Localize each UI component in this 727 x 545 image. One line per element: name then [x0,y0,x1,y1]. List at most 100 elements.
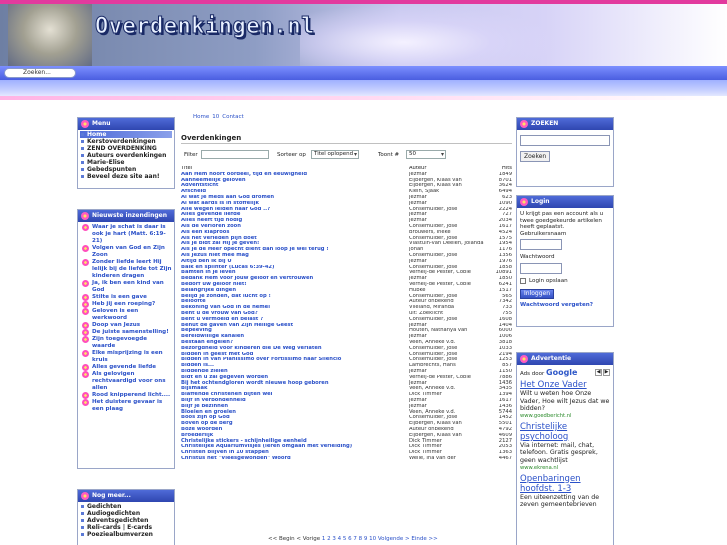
news-item-label: Doop van Jezus [92,322,141,328]
flower-icon [520,198,528,206]
search-title: ZOEKEN [531,120,559,127]
menu-header: Menu [78,118,174,130]
menu-title: Menu [92,120,111,127]
news-item[interactable]: Ja, ik ben een kind van God [80,280,172,294]
more-item[interactable]: Reli-cards | E-cards [80,524,172,531]
article-title-link[interactable]: Christus het "Vleesgewonden" Woord [181,456,409,462]
menu-list: Home Kerstoverdenkingen ZEND OVERDENKING Au… [78,130,174,181]
ad-item: Christelijke psycholoog Via internet: mai… [520,422,610,472]
ad-url[interactable]: www.goedbericht.nl [520,413,610,420]
news-item[interactable]: De juiste samenstelling! [80,329,172,336]
more-item[interactable]: Poeziealbumverzen [80,531,172,538]
header-banner: Overdenkingen.nl [0,4,727,68]
ads-box: Advertentie Ads door Google ◀ ▶ Het Onze… [516,352,614,545]
pager-pages[interactable]: 1 2 3 4 5 6 7 8 9 10 [322,536,376,542]
flower-icon [81,492,89,500]
articles-body: Aan Hem hoort oordeel, tijd en eeuwighei… [181,172,512,462]
more-list: Gedichten Audiogedichten Adventsgedichten R… [78,502,174,539]
news-list: Waar je schat is daar is ook je hart (Ma… [78,222,174,415]
menu-item[interactable]: Marie-Elise [80,159,172,166]
news-item[interactable]: Heb jij een roeping? [80,301,172,308]
more-item[interactable]: Audiogedichten [80,510,172,517]
ads-nav: ◀ ▶ [595,369,610,376]
news-title: Nieuwste inzendingen [92,212,167,219]
news-item[interactable]: Stilte is een gave [80,294,172,301]
remember-row: Login opslaan [520,278,610,285]
news-item-label: Elke misprijzing is een kruis [92,350,163,363]
pager-next[interactable]: Volgende > Einde >> [378,536,438,542]
login-button[interactable]: Inloggen [520,288,555,299]
ads-list: Het Onze Vader Wilt u weten hoe Onze Vade… [520,380,610,509]
news-item[interactable]: Doop van Jezus [80,322,172,329]
google-logo[interactable]: Google [546,368,577,377]
news-item[interactable]: Geloven is een werkwoord [80,308,172,322]
flower-icon [82,350,89,357]
ad-title-link[interactable]: Christelijke psycholoog [520,422,610,442]
more-item[interactable]: Gedichten [80,503,172,510]
ad-text: Via internet: mail, chat, telefoon. Grat… [520,441,598,464]
username-input[interactable] [520,239,562,251]
news-item[interactable]: Zijn toegevoegde waarde [80,336,172,350]
breadcrumb-contact[interactable]: Contact [222,114,243,120]
flower-icon [82,301,89,308]
forgot-password-link[interactable]: Wachtwoord vergeten? [520,302,610,309]
ad-text: Wilt u weten hoe Onze Vader, Hoe wilt Je… [520,390,610,413]
remember-checkbox[interactable] [520,278,526,285]
ads-prev-icon[interactable]: ◀ [595,369,602,376]
flower-icon [82,399,89,406]
news-item-label: Heb jij een roeping? [92,301,156,307]
top-search-pill[interactable]: Zoeken... [4,68,76,78]
more-box: Nog meer... Gedichten Audiogedichten Adven… [77,489,175,545]
ad-title-link[interactable]: Het Onze Vader [520,380,610,390]
flower-icon [82,224,89,231]
menu-item[interactable]: Kerstoverdenkingen [80,138,172,145]
news-item-label: Zijn toegevoegde waarde [92,336,148,349]
breadcrumb-10[interactable]: 10 [212,114,219,120]
clouds-image [300,4,560,68]
news-item[interactable]: Het duistere gevaar is een plaag [80,399,172,413]
show-select[interactable]: 50 [406,150,446,159]
news-item[interactable]: Als gelovigen rechtvaardigd voor ons all… [80,371,172,392]
nav-bar: Zoeken... [0,66,727,80]
news-item[interactable]: Elke misprijzing is een kruis [80,350,172,364]
news-item[interactable]: Zonder liefde leert Hij lelijk bij de li… [80,259,172,280]
articles-table: Titel Auteur Hits Aan Hem hoort oordeel,… [181,166,512,462]
show-label: Toont # [378,152,400,158]
menu-item[interactable]: Auteurs overdenkingen [80,152,172,159]
ad-url[interactable]: www.ekrena.nl [520,465,610,472]
news-item-label: Alles gevende liefde [92,364,157,370]
menu-item[interactable]: ZEND OVERDENKING [80,145,172,152]
news-item-label: Zonder liefde leert Hij lelijk bij de li… [92,259,172,279]
news-item-label: Volgen van God en Zijn Zoon [92,245,165,258]
menu-item[interactable]: Beveel deze site aan! [80,173,172,180]
flower-icon [82,364,89,371]
news-item[interactable]: Rood knipperend licht.... [80,392,172,399]
sort-select[interactable]: Titel oplopend [311,150,359,159]
news-item[interactable]: Waar je schat is daar is ook je hart (Ma… [80,224,172,245]
search-body: Zoeken [517,130,613,165]
remember-label: Login opslaan [529,277,568,284]
ads-next-icon[interactable]: ▶ [603,369,610,376]
flower-icon [82,294,89,301]
flower-icon [82,322,89,329]
page-title: Overdenkingen [181,134,242,142]
search-input[interactable] [520,135,610,146]
more-header: Nog meer... [78,490,174,502]
pager-prev[interactable]: << Begin < Vorige [268,536,320,542]
more-item[interactable]: Adventsgedichten [80,517,172,524]
filter-input[interactable] [201,150,269,159]
menu-item[interactable]: Gebedspunten [80,166,172,173]
flower-icon [81,120,89,128]
flower-icon [82,245,89,252]
menu-item[interactable]: Home [80,131,172,138]
ads-by-row: Ads door Google ◀ ▶ [520,368,610,377]
password-input[interactable] [520,262,562,274]
search-button[interactable]: Zoeken [520,151,551,162]
news-header: Nieuwste inzendingen [78,210,174,222]
flower-icon [82,371,89,378]
news-item[interactable]: Volgen van God en Zijn Zoon [80,245,172,259]
news-item[interactable]: Alles gevende liefde [80,364,172,371]
breadcrumb-home[interactable]: Home [193,114,209,120]
ad-title-link[interactable]: Openbaringen hoofdst. 1-3 [520,474,610,494]
site-title[interactable]: Overdenkingen.nl [95,14,315,40]
